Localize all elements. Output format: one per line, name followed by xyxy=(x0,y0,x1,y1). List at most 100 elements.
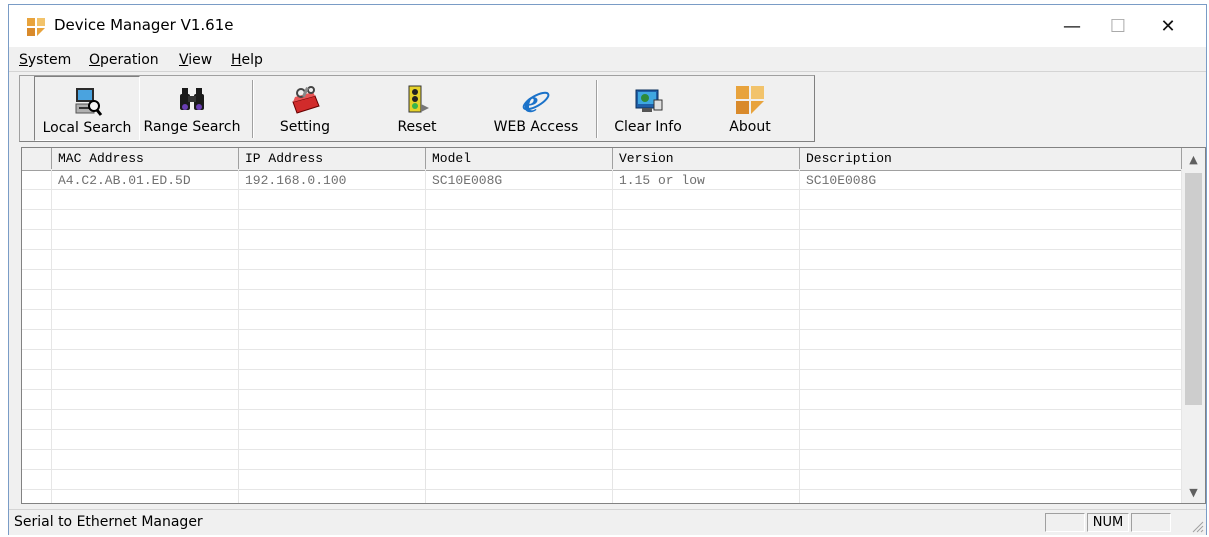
empty-cell xyxy=(239,270,426,290)
web-access-button[interactable]: e WEB Access xyxy=(484,76,588,141)
empty-cell xyxy=(800,350,1182,370)
vertical-scrollbar[interactable]: ▲ ▼ xyxy=(1182,148,1205,503)
menu-view[interactable]: View xyxy=(179,52,212,68)
empty-cell xyxy=(426,310,613,330)
clear-info-button[interactable]: Clear Info xyxy=(606,76,690,141)
empty-cell xyxy=(52,390,239,410)
menu-help[interactable]: Help xyxy=(231,52,263,68)
empty-cell xyxy=(22,290,52,310)
empty-cell xyxy=(52,490,239,503)
scroll-down-button[interactable]: ▼ xyxy=(1182,481,1205,503)
svg-text:e: e xyxy=(524,84,538,116)
empty-cell xyxy=(613,290,800,310)
empty-cell xyxy=(22,210,52,230)
empty-table-row[interactable] xyxy=(22,330,1182,350)
empty-cell xyxy=(239,390,426,410)
empty-cell xyxy=(613,270,800,290)
about-label: About xyxy=(729,119,771,135)
empty-cell xyxy=(22,490,52,503)
scroll-thumb[interactable] xyxy=(1185,173,1202,405)
empty-cell xyxy=(613,210,800,230)
empty-cell xyxy=(800,230,1182,250)
empty-cell xyxy=(22,450,52,470)
menu-system[interactable]: System xyxy=(19,52,71,68)
empty-cell xyxy=(800,290,1182,310)
menu-operation-mnemonic: O xyxy=(89,52,101,68)
column-header-model[interactable]: Model xyxy=(426,148,613,169)
empty-cell xyxy=(52,330,239,350)
empty-cell xyxy=(426,210,613,230)
empty-cell xyxy=(426,470,613,490)
menu-operation-label: peration xyxy=(100,52,159,68)
device-list[interactable]: MAC Address IP Address Model Version Des… xyxy=(21,147,1206,504)
empty-table-row[interactable] xyxy=(22,410,1182,430)
empty-table-row[interactable] xyxy=(22,470,1182,490)
empty-cell xyxy=(426,370,613,390)
setting-button[interactable]: Setting xyxy=(262,76,348,141)
title-bar[interactable]: Device Manager V1.61e — ☐ ✕ xyxy=(9,5,1206,47)
web-access-label: WEB Access xyxy=(493,119,579,135)
app-logo-icon xyxy=(27,18,45,36)
empty-cell xyxy=(239,470,426,490)
maximize-button[interactable]: ☐ xyxy=(1095,5,1141,47)
company-logo-icon xyxy=(736,86,764,114)
empty-table-row[interactable] xyxy=(22,490,1182,503)
binoculars-icon xyxy=(180,88,204,110)
empty-cell xyxy=(426,290,613,310)
empty-cell xyxy=(613,490,800,503)
empty-cell xyxy=(22,370,52,390)
empty-cell xyxy=(800,210,1182,230)
clear-info-icon xyxy=(635,89,663,112)
empty-cell xyxy=(426,450,613,470)
empty-cell xyxy=(22,310,52,330)
empty-table-row[interactable] xyxy=(22,370,1182,390)
empty-cell xyxy=(22,350,52,370)
close-button[interactable]: ✕ xyxy=(1145,5,1191,47)
empty-cell xyxy=(239,230,426,250)
empty-table-row[interactable] xyxy=(22,390,1182,410)
empty-table-row[interactable] xyxy=(22,230,1182,250)
empty-cell xyxy=(239,250,426,270)
empty-cell xyxy=(52,310,239,330)
empty-table-row[interactable] xyxy=(22,210,1182,230)
empty-cell xyxy=(52,270,239,290)
empty-table-row[interactable] xyxy=(22,430,1182,450)
menu-view-mnemonic: V xyxy=(179,52,189,68)
local-search-button[interactable]: Local Search xyxy=(34,76,140,141)
scroll-up-button[interactable]: ▲ xyxy=(1182,148,1205,170)
status-bar: Serial to Ethernet Manager NUM xyxy=(9,509,1206,535)
column-header-version[interactable]: Version xyxy=(613,148,800,169)
empty-table-row[interactable] xyxy=(22,450,1182,470)
toolbox-icon xyxy=(292,86,320,114)
empty-table-row[interactable] xyxy=(22,290,1182,310)
empty-table-row[interactable] xyxy=(22,310,1182,330)
menu-help-label: elp xyxy=(241,52,263,68)
menu-system-label: ystem xyxy=(27,52,72,68)
empty-table-row[interactable] xyxy=(22,250,1182,270)
empty-table-row[interactable] xyxy=(22,190,1182,210)
column-header-description[interactable]: Description xyxy=(800,148,1182,169)
empty-cell xyxy=(800,250,1182,270)
empty-table-row[interactable] xyxy=(22,350,1182,370)
minimize-button[interactable]: — xyxy=(1049,5,1095,47)
empty-cell xyxy=(52,350,239,370)
column-header-mac[interactable]: MAC Address xyxy=(52,148,239,169)
column-header-ip[interactable]: IP Address xyxy=(239,148,426,169)
empty-cell xyxy=(52,410,239,430)
empty-cell xyxy=(239,350,426,370)
about-button[interactable]: About xyxy=(720,76,780,141)
table-row[interactable]: A4.C2.AB.01.ED.5D 192.168.0.100 SC10E008… xyxy=(22,170,1182,190)
empty-cell xyxy=(22,230,52,250)
empty-table-row[interactable] xyxy=(22,270,1182,290)
local-search-label: Local Search xyxy=(42,120,132,136)
reset-button[interactable]: Reset xyxy=(388,76,446,141)
toolbar-button-group: Local Search Range Search Setting Reset … xyxy=(19,75,815,142)
menu-bar: System Operation View Help xyxy=(9,47,1206,72)
resize-grip-icon[interactable] xyxy=(1190,519,1204,533)
empty-cell xyxy=(800,470,1182,490)
empty-cell xyxy=(800,190,1182,210)
row-indicator xyxy=(22,170,52,190)
empty-cell xyxy=(613,330,800,350)
menu-operation[interactable]: Operation xyxy=(89,52,159,68)
range-search-button[interactable]: Range Search xyxy=(140,76,244,141)
